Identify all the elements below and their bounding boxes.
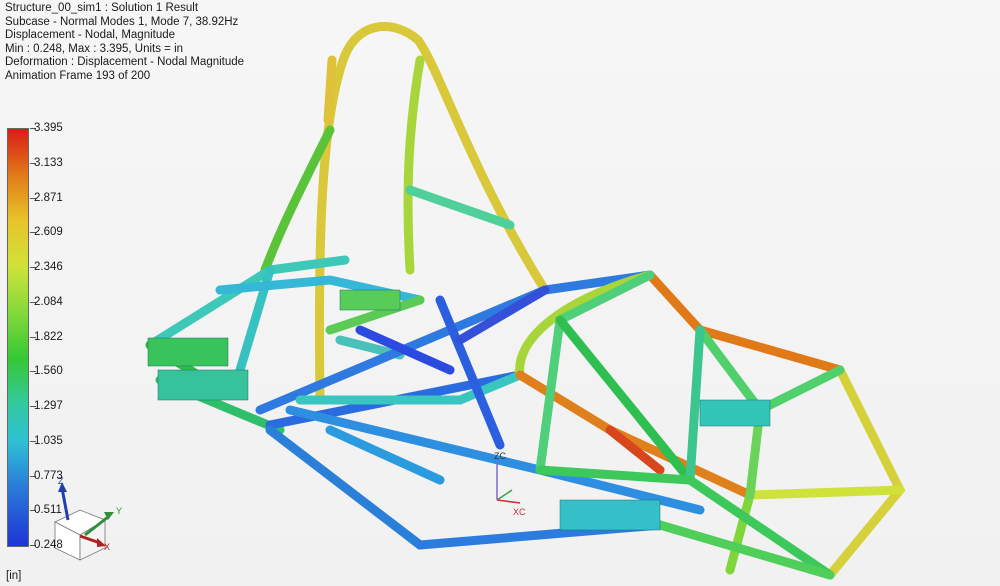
- svg-text:ZC: ZC: [494, 451, 506, 461]
- graphics-viewport[interactable]: Structure_00_sim1 : Solution 1 Result Su…: [0, 0, 1000, 586]
- legend-label: 1.822: [34, 330, 63, 343]
- legend-label: 1.560: [34, 365, 63, 378]
- legend-label: 0.773: [34, 469, 63, 482]
- svg-text:XC: XC: [513, 507, 526, 517]
- rear-lower-box-member: [157, 369, 249, 401]
- legend-label: 2.346: [34, 261, 63, 273]
- frame-model[interactable]: ZC XC Z Y X: [0, 0, 1000, 586]
- front-box-member: [699, 399, 771, 427]
- nose-bulkhead: [825, 365, 906, 580]
- hoop-brace-tube: [403, 55, 425, 275]
- nose-lower-tube: [745, 485, 905, 500]
- front-vertical: [685, 325, 705, 485]
- floor-box-member: [559, 499, 661, 531]
- legend-label: 1.035: [34, 434, 63, 447]
- front-cross-brace: [555, 315, 695, 485]
- legend-label: 0.511: [34, 504, 62, 517]
- lower-side-rail: [265, 425, 425, 550]
- front-box-tube: [695, 325, 845, 416]
- rear-box-member: [147, 337, 229, 367]
- legend-label: 2.609: [34, 226, 63, 239]
- front-upper-rail-right: [645, 270, 845, 375]
- legend-label: 3.395: [34, 122, 63, 134]
- legend-label: 1.297: [34, 400, 63, 412]
- engine-mount-member: [339, 289, 401, 311]
- color-legend-bar: [7, 128, 29, 547]
- legend-label: 2.084: [34, 295, 63, 308]
- svg-text:Y: Y: [116, 506, 122, 516]
- legend-label: 3.133: [34, 156, 63, 169]
- coordinate-triad-icon[interactable]: Z Y X: [54, 476, 122, 561]
- legend-label: 0.248: [34, 539, 63, 551]
- svg-text:X: X: [104, 542, 110, 552]
- units-label: [in]: [6, 570, 22, 582]
- hoop-segment: [323, 55, 337, 125]
- front-floor-rail: [655, 520, 835, 580]
- legend-label: 2.871: [34, 191, 63, 204]
